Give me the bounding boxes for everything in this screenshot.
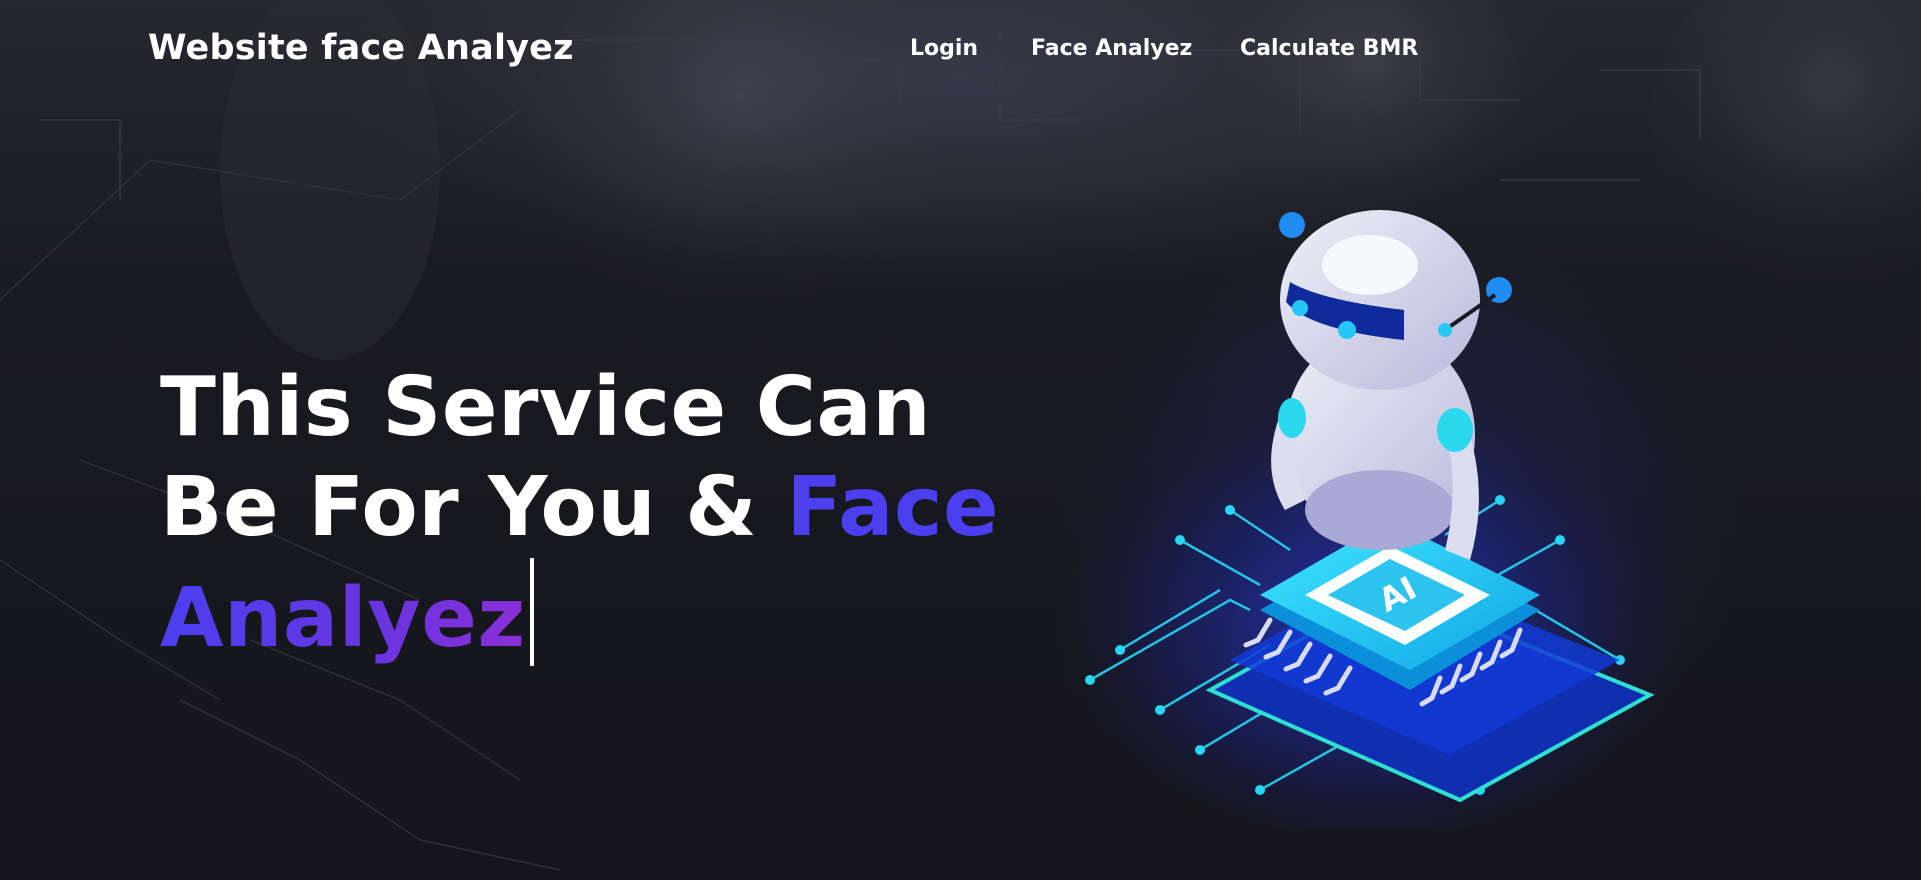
typing-cursor <box>529 558 534 666</box>
robot-shoulder-left <box>1278 398 1306 438</box>
hero-line-3: Analyez <box>160 558 960 669</box>
robot-body-base <box>1305 470 1455 550</box>
hero-heading: This Service Can Be For You & Face Analy… <box>160 358 999 669</box>
nav-link-calculate-bmr[interactable]: Calculate BMR <box>1240 36 1418 61</box>
robot-eye-right <box>1338 321 1356 339</box>
hero-accent-word-face: Face <box>786 460 1000 555</box>
robot-ai-chip-illustration: AI <box>1060 210 1680 830</box>
top-navbar: Website face Analyez Login Face Analyez … <box>0 0 1921 100</box>
robot-antenna-left <box>1279 212 1305 238</box>
hero-line-2: Be For You & Face <box>160 458 999 558</box>
landing-page: Website face Analyez Login Face Analyez … <box>0 0 1921 880</box>
hero-line-1: This Service Can <box>160 360 932 455</box>
hero-line-2-text: Be For You & <box>160 460 787 555</box>
hero-accent-word-analyez: Analyez <box>160 571 526 666</box>
robot-ear <box>1438 323 1452 337</box>
brand-logo-text[interactable]: Website face Analyez <box>148 28 574 68</box>
robot-head-highlight <box>1322 235 1418 295</box>
nav-link-login[interactable]: Login <box>910 36 978 61</box>
robot-eye-left <box>1292 300 1308 316</box>
robot-shoulder-right <box>1437 408 1473 452</box>
nav-link-face-analyez[interactable]: Face Analyez <box>1031 36 1192 61</box>
